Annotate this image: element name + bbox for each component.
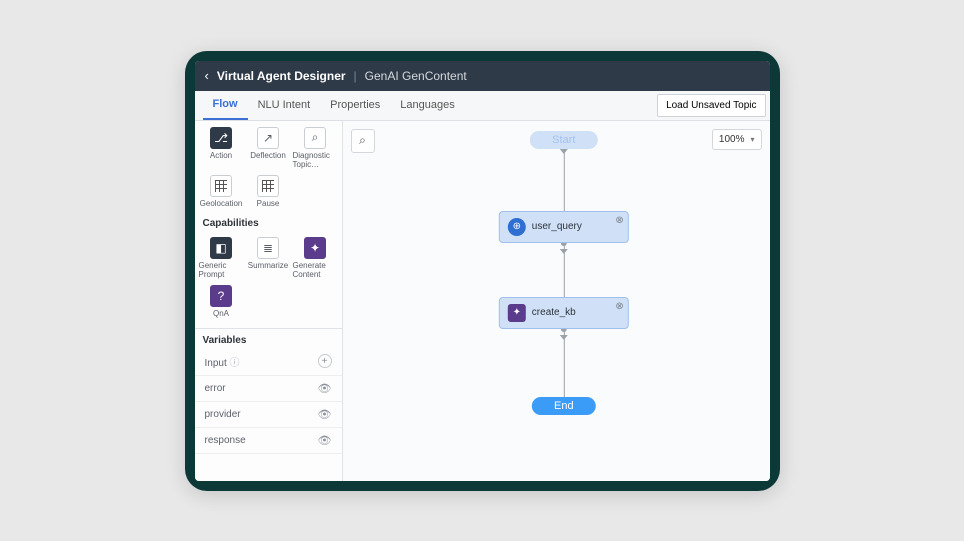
generic-prompt-icon: ◧ (210, 237, 232, 259)
palette-summarize[interactable]: ≣ Summarize (246, 235, 291, 281)
qna-icon: ? (210, 285, 232, 307)
visibility-icon[interactable]: 👁 (318, 382, 332, 395)
summarize-icon: ≣ (257, 237, 279, 259)
node-label: user_query (532, 221, 582, 232)
palette-capabilities: ◧ Generic Prompt ≣ Summarize ✦ Generate … (195, 231, 342, 322)
visibility-icon[interactable]: 👁 (318, 434, 332, 447)
variables-input-row[interactable]: Input ⓘ + (195, 348, 342, 376)
tab-properties[interactable]: Properties (320, 91, 390, 120)
palette-label: Generic Prompt (199, 261, 244, 279)
node-label: create_kb (532, 307, 576, 318)
flow-node-user-query[interactable]: ⊕ user_query ⊗ (499, 211, 629, 243)
flow-end-node[interactable]: End (532, 397, 596, 415)
palette-deflection[interactable]: ↗ Deflection (246, 125, 291, 171)
search-button[interactable]: ⌕ (351, 129, 375, 153)
variable-response[interactable]: response 👁 (195, 428, 342, 454)
flow-start-node[interactable]: Start (530, 131, 597, 149)
variable-name: error (205, 383, 226, 394)
zoom-select[interactable]: 100% ▾ (712, 129, 762, 150)
flow-connector (563, 249, 564, 297)
tab-bar: Flow NLU Intent Properties Languages Loa… (195, 91, 770, 121)
variables-input-label: Input (205, 358, 227, 369)
back-chevron-icon[interactable]: ‹ (205, 68, 209, 83)
breadcrumb-separator: | (354, 69, 357, 83)
add-variable-button[interactable]: + (318, 354, 332, 368)
variable-name: response (205, 435, 246, 446)
generate-content-icon: ✦ (304, 237, 326, 259)
palette-geolocation[interactable]: Geolocation (199, 173, 244, 210)
palette-label: Generate Content (293, 261, 338, 279)
palette-label: Diagnostic Topic… (293, 151, 338, 169)
tab-languages[interactable]: Languages (390, 91, 464, 120)
flow-connector (563, 149, 564, 211)
sidebar: ⎇ Action ↗ Deflection ⌕ Diagnostic Topic… (195, 121, 343, 481)
visibility-icon[interactable]: 👁 (318, 408, 332, 421)
tab-nlu-intent[interactable]: NLU Intent (248, 91, 321, 120)
flow-graph: Start ⊕ user_query ⊗ ✦ create_kb ⊗ (499, 131, 629, 415)
app-screen: ‹ Virtual Agent Designer | GenAI GenCont… (195, 61, 770, 481)
tab-flow[interactable]: Flow (203, 91, 248, 120)
variables-heading: Variables (195, 328, 342, 348)
user-query-icon: ⊕ (508, 218, 526, 236)
palette-label: QnA (213, 309, 229, 318)
device-frame: ‹ Virtual Agent Designer | GenAI GenCont… (185, 51, 780, 491)
breadcrumb-root[interactable]: Virtual Agent Designer (217, 69, 346, 83)
zoom-value: 100% (719, 134, 745, 145)
palette-action[interactable]: ⎇ Action (199, 125, 244, 171)
palette-pause[interactable]: Pause (246, 173, 291, 210)
canvas-toolbar: ⌕ (351, 129, 375, 153)
flow-connector (563, 335, 564, 397)
breadcrumb-current: GenAI GenContent (365, 69, 467, 83)
palette-qna[interactable]: ? QnA (199, 283, 244, 320)
palette-diagnostic-topic[interactable]: ⌕ Diagnostic Topic… (293, 125, 338, 171)
palette-label: Deflection (250, 151, 286, 160)
load-unsaved-topic-button[interactable]: Load Unsaved Topic (657, 94, 765, 117)
node-close-icon[interactable]: ⊗ (615, 301, 623, 312)
palette-label: Action (210, 151, 232, 160)
search-icon: ⌕ (359, 133, 366, 148)
action-icon: ⎇ (210, 127, 232, 149)
variable-provider[interactable]: provider 👁 (195, 402, 342, 428)
palette-controls-row1: ⎇ Action ↗ Deflection ⌕ Diagnostic Topic… (195, 121, 342, 173)
palette-generate-content[interactable]: ✦ Generate Content (293, 235, 338, 281)
variable-error[interactable]: error 👁 (195, 376, 342, 402)
flow-node-create-kb[interactable]: ✦ create_kb ⊗ (499, 297, 629, 329)
info-icon: ⓘ (230, 358, 240, 369)
palette-generic-prompt[interactable]: ◧ Generic Prompt (199, 235, 244, 281)
diagnostic-icon: ⌕ (304, 127, 326, 149)
deflection-icon: ↗ (257, 127, 279, 149)
chevron-down-icon: ▾ (750, 135, 754, 144)
geolocation-icon (210, 175, 232, 197)
palette-label: Geolocation (200, 199, 243, 208)
create-kb-icon: ✦ (508, 304, 526, 322)
flow-canvas[interactable]: ⌕ 100% ▾ Start ⊕ user_query ⊗ (343, 121, 770, 481)
palette-controls-row2: Geolocation Pause (195, 173, 342, 212)
palette-label: Summarize (248, 261, 288, 270)
titlebar: ‹ Virtual Agent Designer | GenAI GenCont… (195, 61, 770, 91)
variable-name: provider (205, 409, 241, 420)
node-close-icon[interactable]: ⊗ (615, 215, 623, 226)
palette-label: Pause (257, 199, 280, 208)
capabilities-heading: Capabilities (195, 212, 342, 231)
pause-icon (257, 175, 279, 197)
editor-body: ⎇ Action ↗ Deflection ⌕ Diagnostic Topic… (195, 121, 770, 481)
